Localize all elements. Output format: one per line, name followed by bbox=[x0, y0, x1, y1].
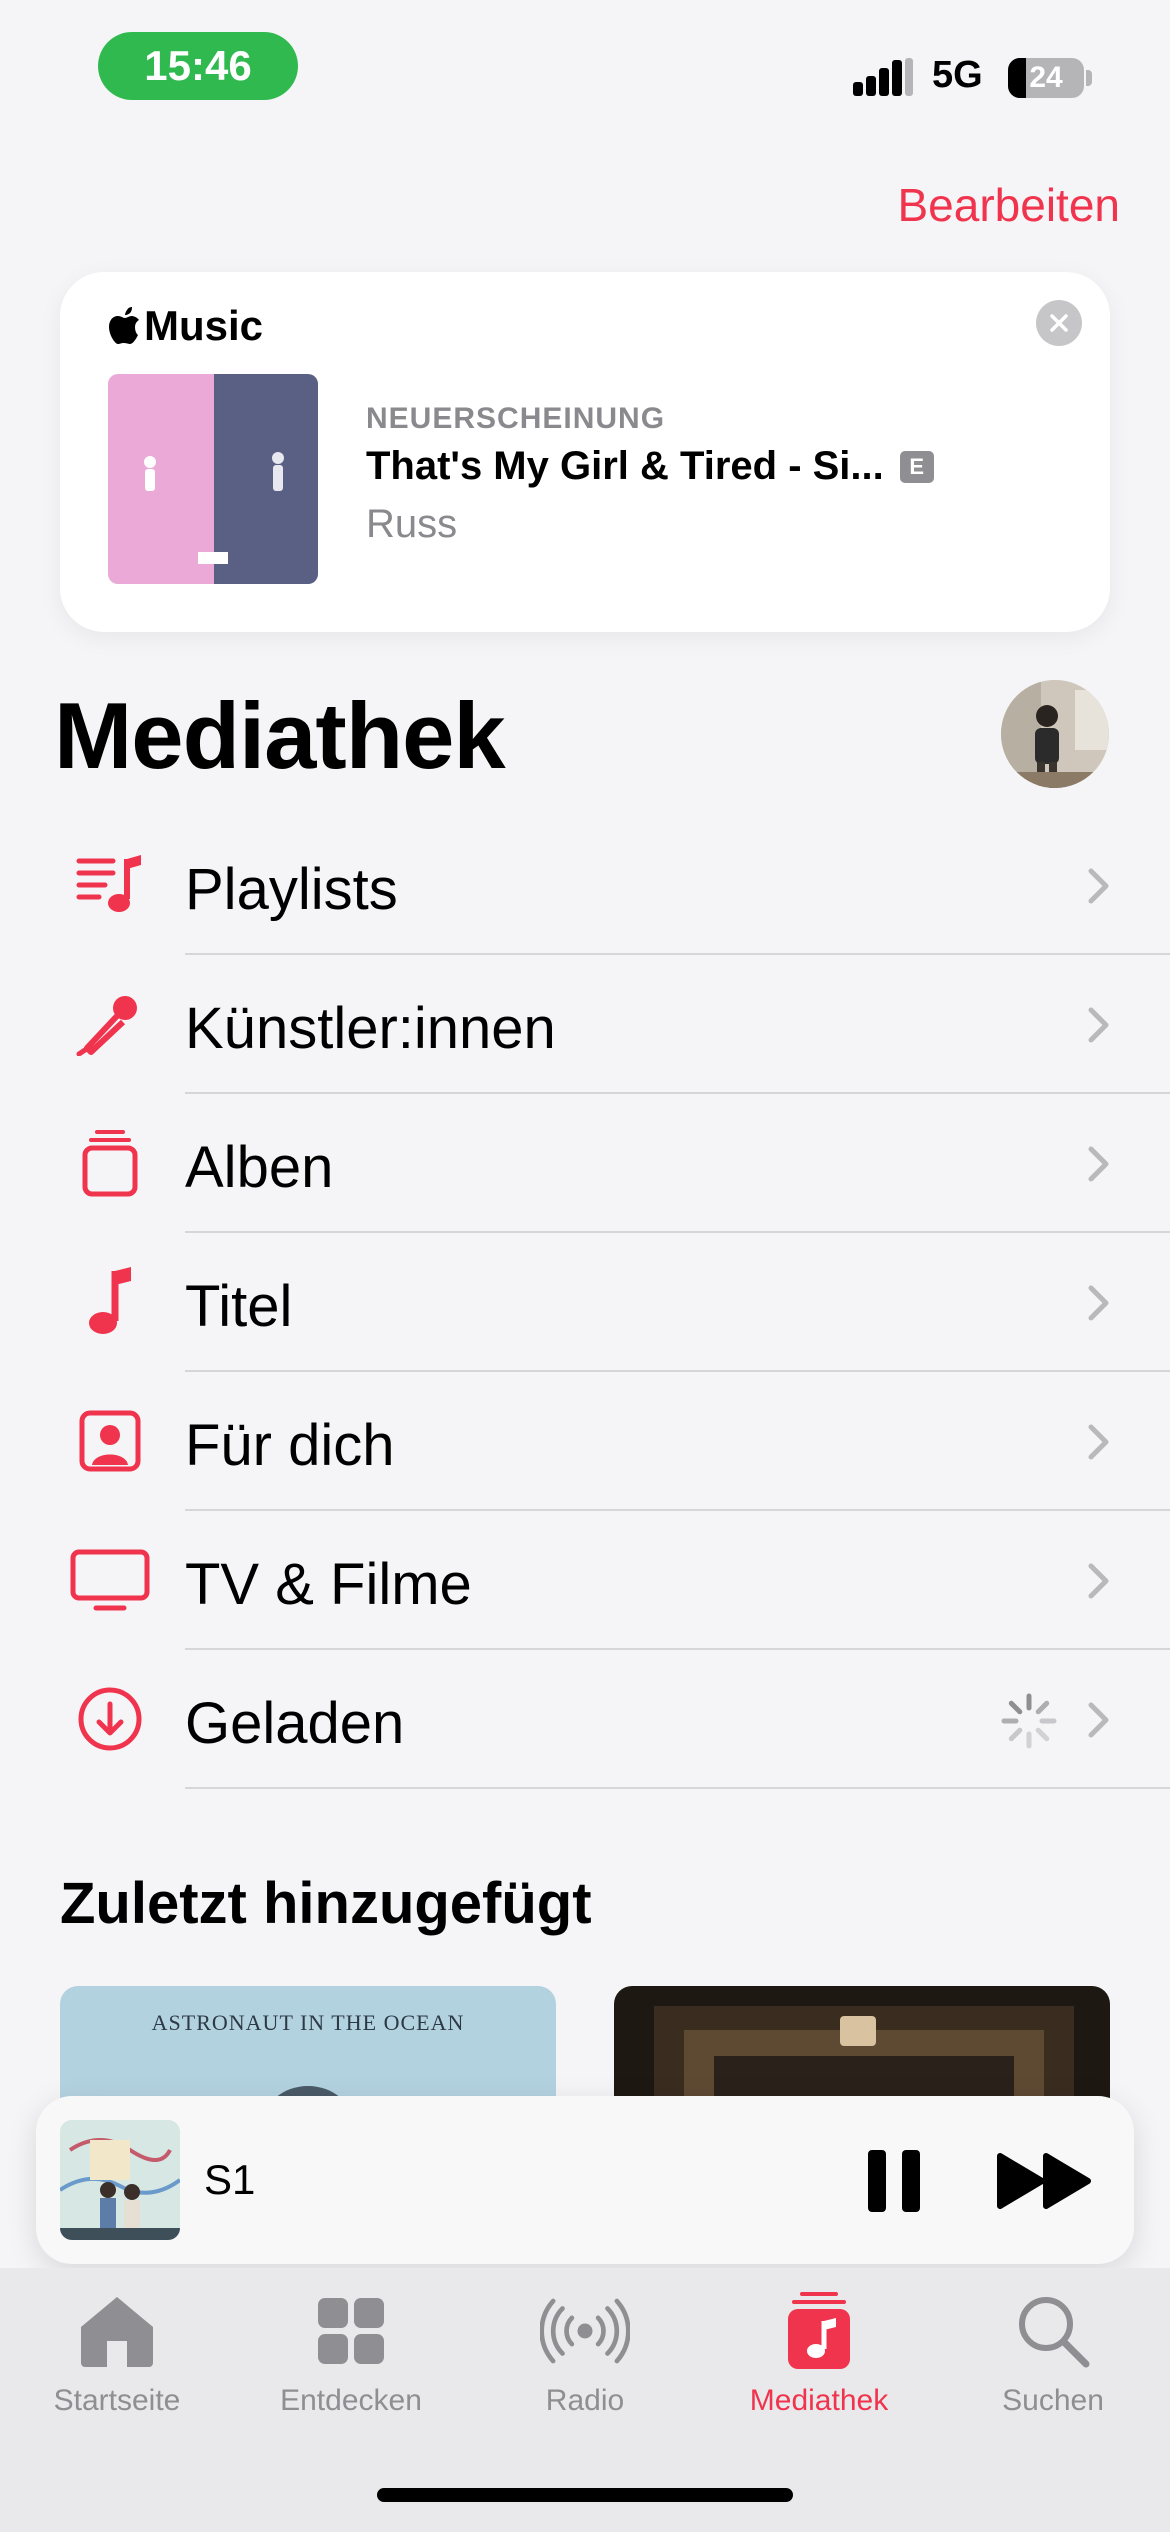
chevron-right-icon bbox=[1088, 1146, 1109, 1182]
album-stack-icon bbox=[82, 1130, 138, 1197]
search-icon bbox=[1019, 2297, 1090, 2368]
tab-radio[interactable]: Radio bbox=[468, 2290, 702, 2418]
library-item-label: Für dich bbox=[185, 1413, 395, 1478]
network-type: 5G bbox=[932, 54, 983, 96]
house-icon bbox=[81, 2297, 153, 2367]
library-item-label: Titel bbox=[185, 1274, 293, 1339]
tab-home[interactable]: Startseite bbox=[0, 2290, 234, 2418]
tab-label: Entdecken bbox=[280, 2384, 422, 2417]
row-divider bbox=[185, 1787, 1170, 1789]
library-item-label: TV & Filme bbox=[185, 1552, 472, 1617]
close-icon bbox=[1050, 314, 1068, 332]
edit-button[interactable]: Bearbeiten bbox=[898, 178, 1121, 232]
tab-label: Mediathek bbox=[749, 2384, 889, 2417]
release-title-text: That's My Girl & Tired - Si... bbox=[366, 444, 884, 488]
library-item-label: Playlists bbox=[185, 857, 398, 922]
chevron-right-icon bbox=[1088, 1424, 1109, 1460]
tab-browse[interactable]: Entdecken bbox=[234, 2290, 468, 2418]
library-item-label: Alben bbox=[185, 1135, 334, 1200]
apple-logo-icon bbox=[109, 307, 139, 344]
loading-spinner-icon bbox=[1001, 1693, 1057, 1749]
profile-avatar[interactable] bbox=[1001, 680, 1109, 788]
release-title: That's My Girl & Tired - Si... E bbox=[366, 444, 934, 489]
library-item-tv-films[interactable]: TV & Filme bbox=[0, 1511, 1170, 1650]
library-item-label: Künstler:innen bbox=[185, 996, 556, 1061]
recently-added-title: Zuletzt hinzugefügt bbox=[60, 1871, 592, 1936]
battery-icon: 24 bbox=[1008, 58, 1084, 98]
chevron-right-icon bbox=[1088, 1702, 1109, 1738]
chevron-right-icon bbox=[1088, 1007, 1109, 1043]
home-indicator bbox=[377, 2488, 793, 2502]
microphone-icon bbox=[76, 996, 137, 1056]
library-item-albums[interactable]: Alben bbox=[0, 1094, 1170, 1233]
tab-label: Suchen bbox=[1002, 2384, 1104, 2417]
library-item-artists[interactable]: Künstler:innen bbox=[0, 955, 1170, 1094]
close-banner-button[interactable] bbox=[1036, 300, 1082, 346]
tab-search[interactable]: Suchen bbox=[936, 2290, 1170, 2418]
tab-library[interactable]: Mediathek bbox=[702, 2290, 936, 2418]
new-release-banner[interactable]: Music NEUERSCHEINUNG That's My Girl & Ti… bbox=[60, 272, 1110, 632]
brand-label: Music bbox=[144, 302, 264, 349]
library-list: Playlists Künstler:innen Alben Titel Für… bbox=[0, 816, 1170, 1789]
library-item-songs[interactable]: Titel bbox=[0, 1233, 1170, 1372]
pause-button[interactable] bbox=[860, 2146, 930, 2216]
library-item-for-you[interactable]: Für dich bbox=[0, 1372, 1170, 1511]
skip-forward-button[interactable] bbox=[996, 2150, 1096, 2212]
page-title: Mediathek bbox=[54, 683, 506, 788]
explicit-badge: E bbox=[899, 450, 934, 483]
tab-label: Radio bbox=[545, 2384, 625, 2417]
library-item-downloaded[interactable]: Geladen bbox=[0, 1650, 1170, 1789]
apple-music-brand: Music bbox=[108, 302, 263, 350]
tv-icon bbox=[70, 1549, 150, 1611]
now-playing-artwork[interactable] bbox=[60, 2120, 180, 2240]
chevron-right-icon bbox=[1088, 1285, 1109, 1321]
cellular-signal-icon bbox=[853, 58, 913, 96]
music-note-icon bbox=[89, 1267, 131, 1334]
release-artist: Russ bbox=[366, 502, 458, 546]
grid-icon bbox=[318, 2298, 384, 2364]
playlists-icon bbox=[76, 855, 141, 912]
library-item-label: Geladen bbox=[185, 1691, 405, 1756]
tab-label: Startseite bbox=[53, 2384, 181, 2417]
download-circle-icon bbox=[78, 1687, 142, 1751]
status-time: 15:46 bbox=[98, 32, 298, 100]
now-playing-title: S1 bbox=[204, 2156, 256, 2203]
library-item-playlists[interactable]: Playlists bbox=[0, 816, 1170, 955]
mini-player[interactable]: S1 bbox=[36, 2096, 1134, 2264]
battery-level: 24 bbox=[1029, 61, 1063, 94]
battery-nub bbox=[1086, 70, 1092, 86]
person-square-icon bbox=[79, 1410, 141, 1472]
release-kicker: NEUERSCHEINUNG bbox=[366, 402, 666, 435]
radio-waves-icon bbox=[540, 2298, 630, 2364]
library-icon bbox=[788, 2292, 850, 2369]
chevron-right-icon bbox=[1088, 868, 1109, 904]
release-artwork[interactable] bbox=[108, 374, 318, 584]
chevron-right-icon bbox=[1088, 1563, 1109, 1599]
